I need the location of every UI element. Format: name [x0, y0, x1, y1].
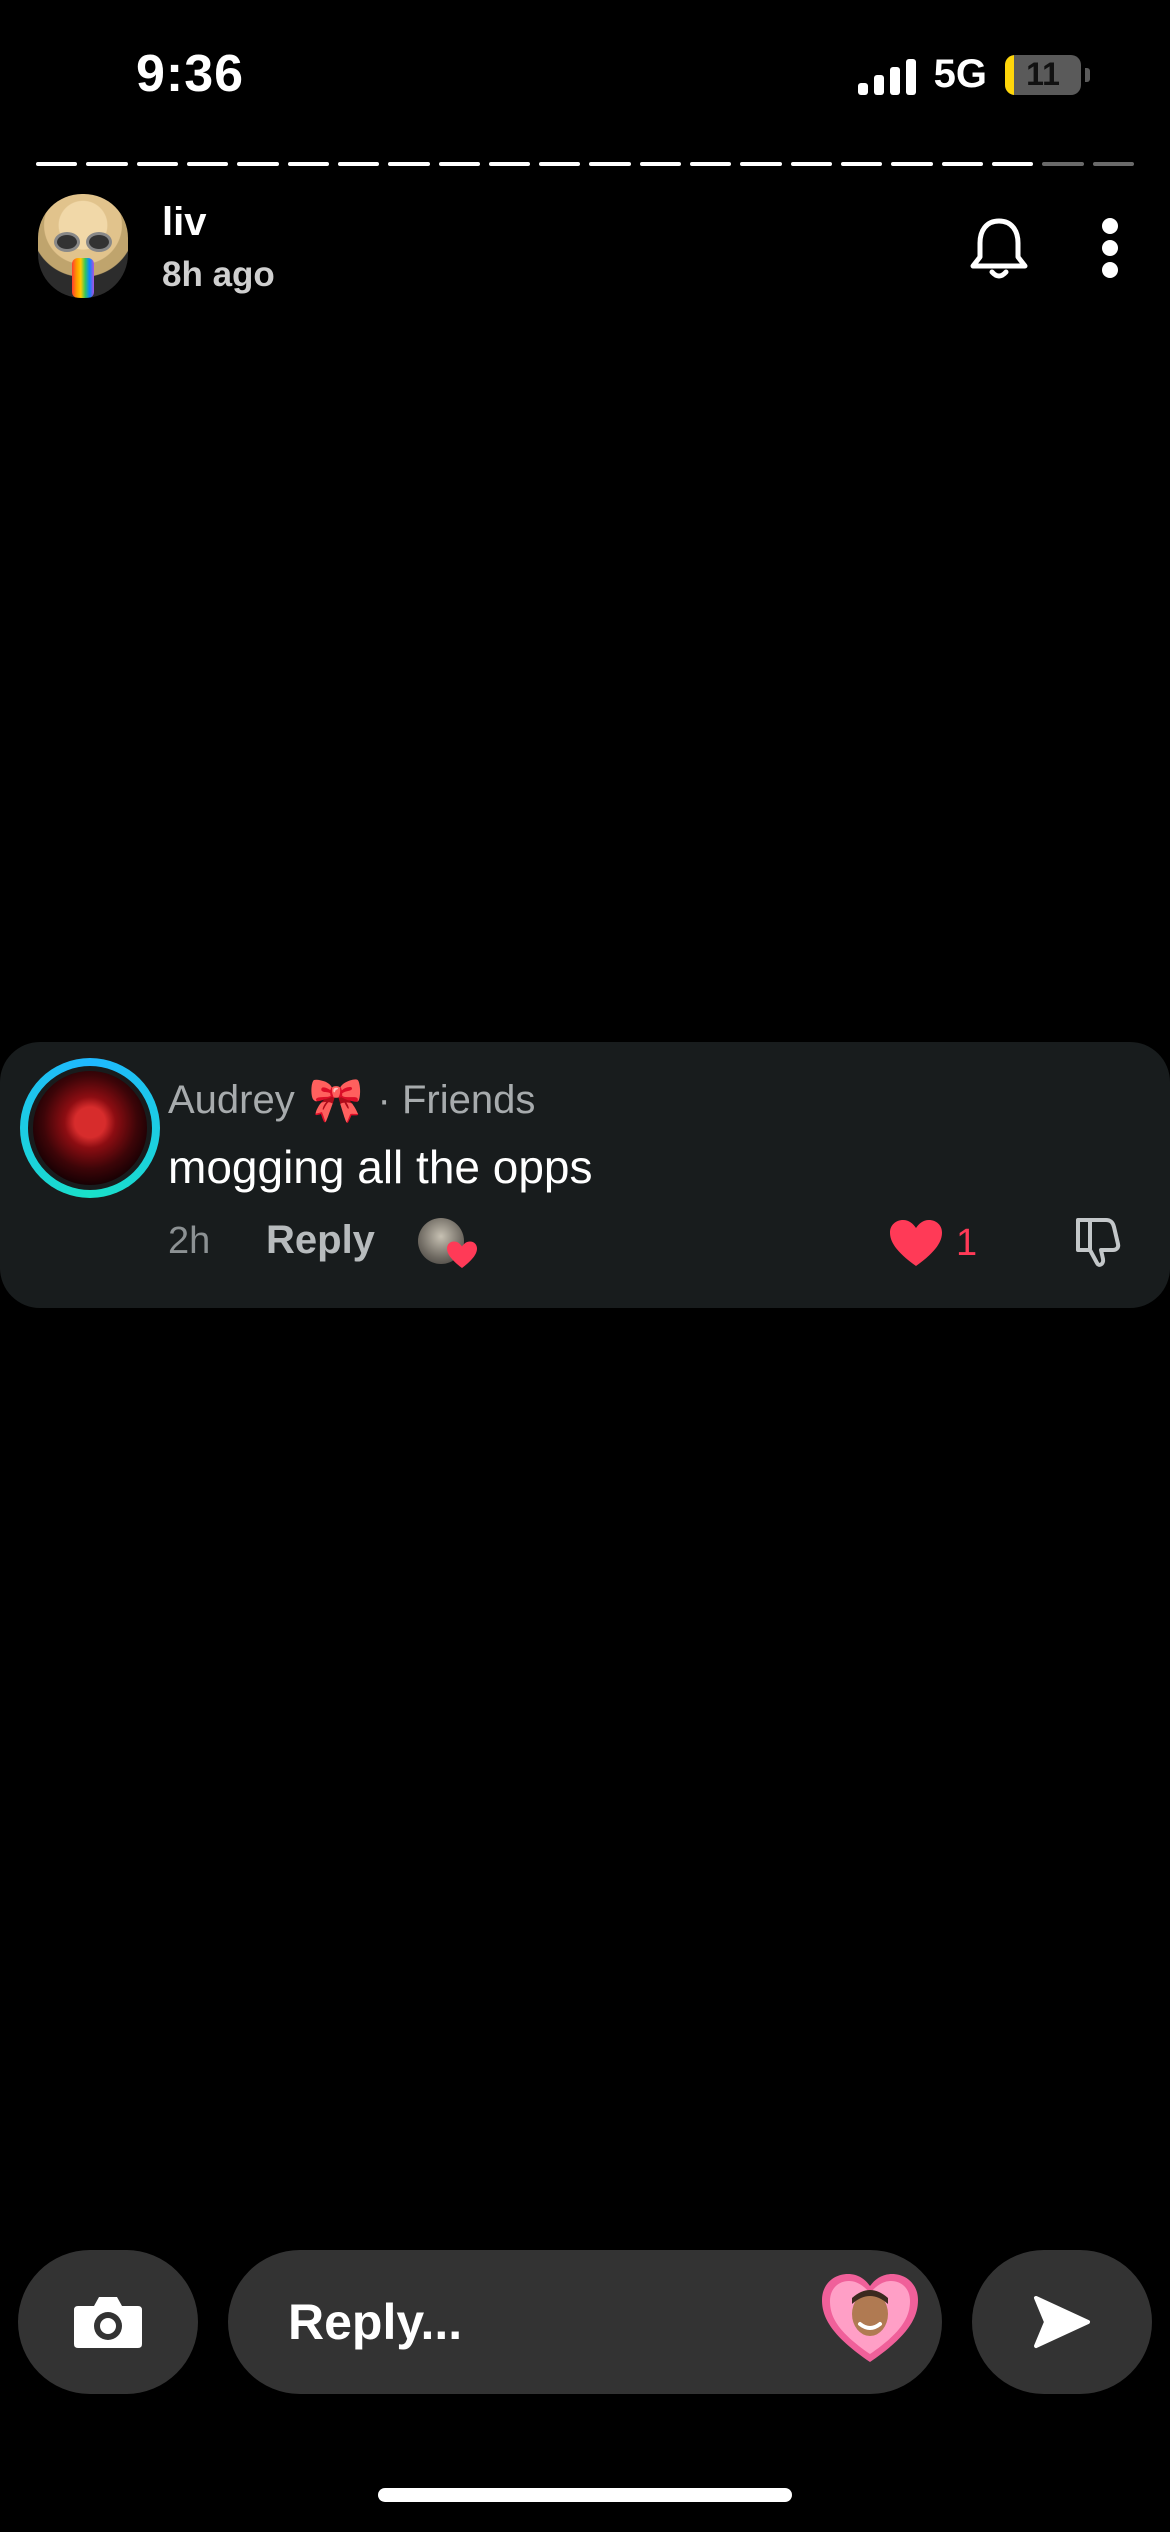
progress-segment: [1092, 162, 1134, 166]
camera-button[interactable]: [18, 2250, 198, 2394]
progress-segment: [1042, 162, 1084, 166]
liked-heart-icon: [447, 1241, 477, 1268]
home-indicator[interactable]: [378, 2488, 792, 2502]
reply-bitmoji-icon[interactable]: [820, 2270, 920, 2366]
network-label: 5G: [933, 52, 987, 96]
like-count: 1: [956, 1222, 978, 1264]
signal-icon: [857, 55, 916, 95]
progress-segment: [841, 162, 883, 166]
avatar-rainbow: [72, 258, 94, 298]
progress-segment: [237, 162, 279, 166]
comment-age: 2h: [168, 1220, 211, 1262]
story-screen: 9:36 5G 11 liv 8h ago Audrey 🎀 · Friends…: [0, 0, 1170, 2532]
status-indicators: 5G 11: [857, 52, 1090, 97]
heart-icon[interactable]: [888, 1218, 944, 1268]
progress-segment: [639, 162, 682, 166]
liker-avatar: [418, 1218, 477, 1274]
comment-meta: Audrey 🎀 · Friends: [168, 1078, 535, 1123]
progress-segment: [337, 162, 380, 166]
progress-segment: [36, 162, 78, 166]
progress-segment: [539, 162, 581, 166]
progress-segment: [186, 162, 229, 166]
progress-segment: [740, 162, 782, 166]
story-timestamp: 8h ago: [162, 255, 275, 294]
progress-segment: [488, 162, 531, 166]
bow-emoji: 🎀: [308, 1075, 364, 1125]
battery-cap: [1085, 67, 1090, 82]
commenter-avatar[interactable]: [20, 1058, 160, 1198]
thumbs-down-icon[interactable]: [1070, 1214, 1126, 1270]
progress-segment: [941, 162, 983, 166]
progress-segment: [690, 162, 732, 166]
avatar-glasses: [54, 232, 112, 252]
bell-icon[interactable]: [968, 216, 1030, 282]
relationship-label: · Friends: [377, 1078, 536, 1122]
progress-segment: [438, 162, 480, 166]
comment-text: mogging all the opps: [168, 1141, 593, 1193]
progress-segment: [287, 162, 329, 166]
status-time: 9:36: [136, 45, 245, 103]
progress-segment: [891, 162, 933, 166]
progress-segment: [388, 162, 430, 166]
send-icon: [1034, 2296, 1090, 2348]
story-avatar[interactable]: [38, 194, 128, 298]
progress-segment: [589, 162, 631, 166]
progress-segment: [86, 162, 128, 166]
comment-reply-button[interactable]: Reply: [266, 1218, 375, 1263]
progress-segment: [991, 162, 1034, 166]
progress-segment: [790, 162, 832, 166]
story-username[interactable]: liv: [162, 200, 206, 245]
progress-segment: [136, 162, 178, 166]
send-button[interactable]: [972, 2250, 1152, 2394]
camera-icon: [74, 2297, 142, 2348]
more-icon[interactable]: [1100, 218, 1120, 278]
story-progress: [36, 162, 1134, 166]
battery-icon: 11: [1005, 54, 1081, 95]
comment-card[interactable]: Audrey 🎀 · Friends mogging all the opps …: [0, 1042, 1170, 1308]
commenter-name[interactable]: Audrey: [168, 1078, 295, 1123]
battery-level: 11: [1026, 56, 1060, 92]
